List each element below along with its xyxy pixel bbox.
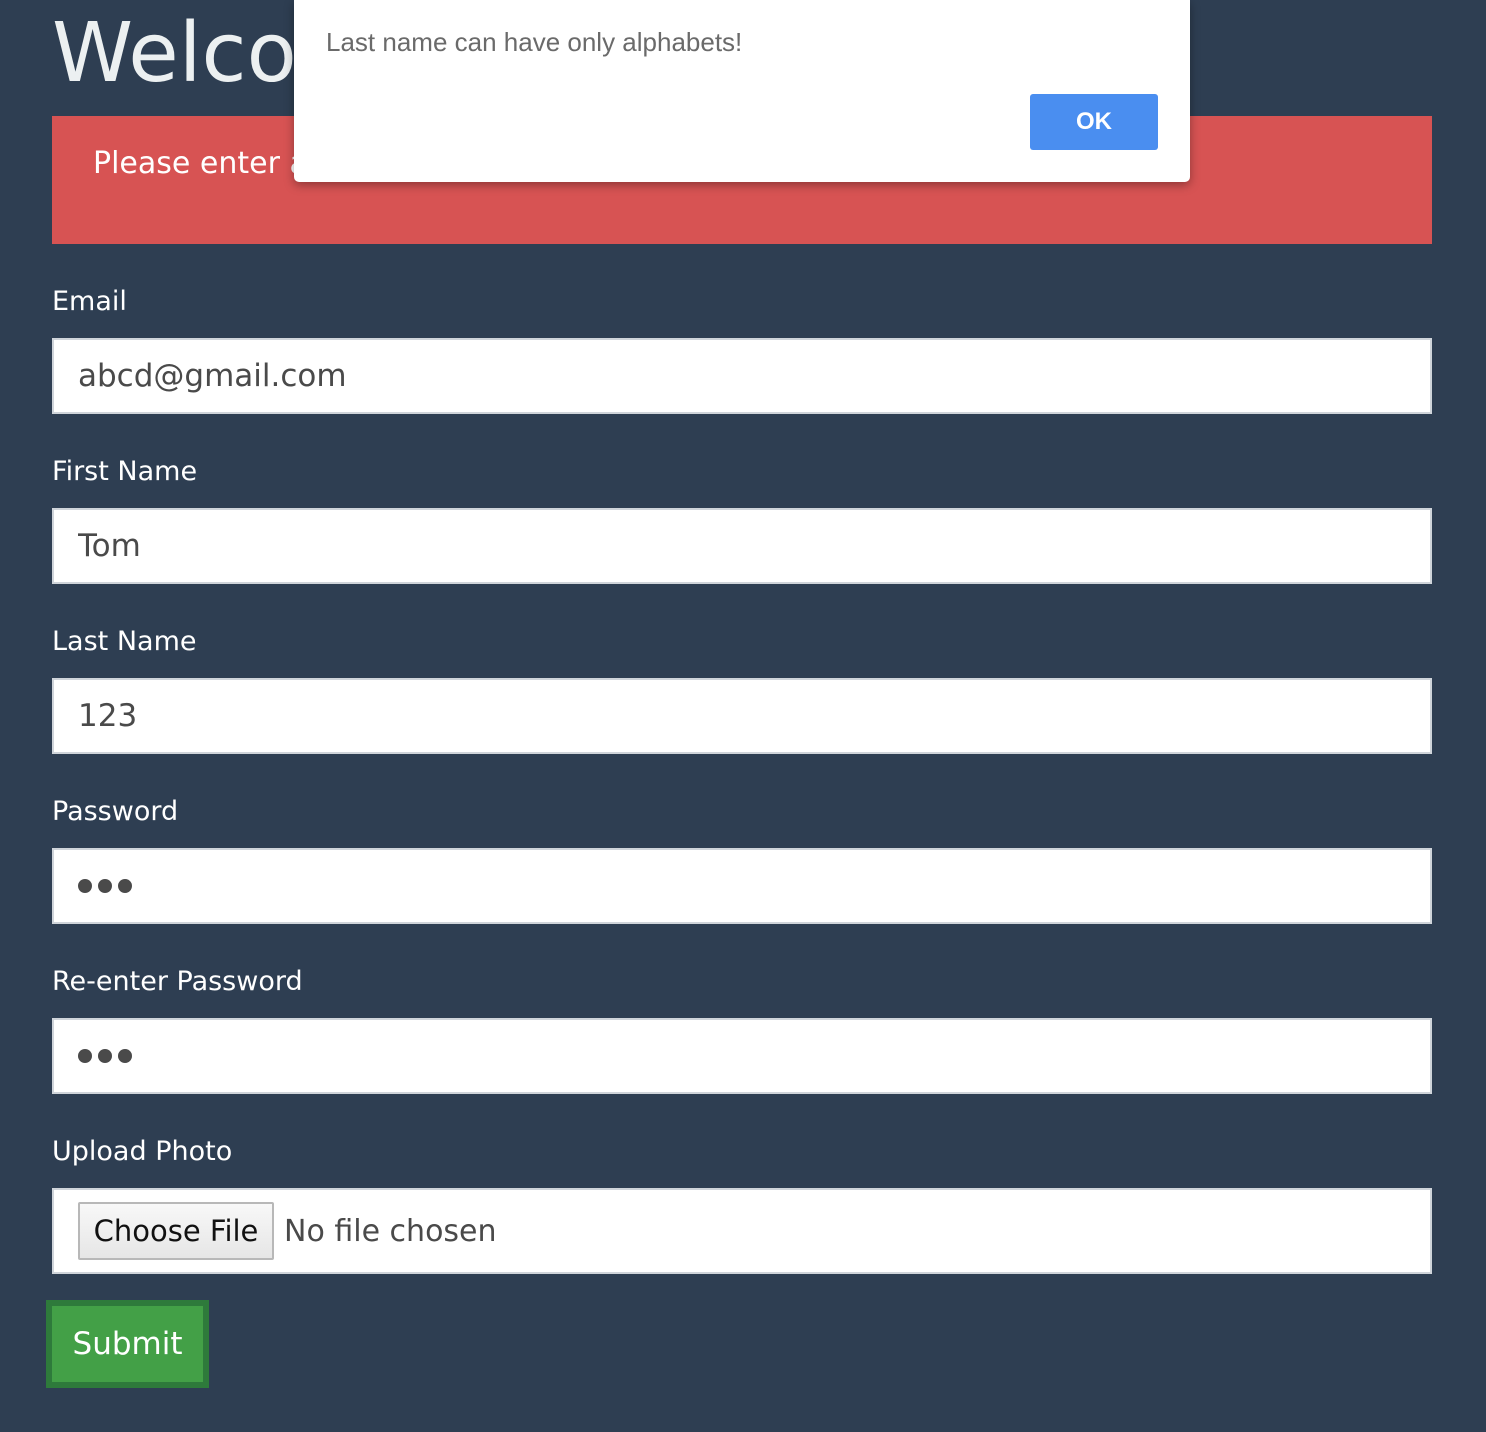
upload-photo-label: Upload Photo	[52, 1136, 233, 1167]
email-field[interactable]	[52, 338, 1432, 414]
dialog-message: Last name can have only alphabets!	[326, 27, 743, 57]
first-name-field[interactable]	[52, 508, 1432, 584]
password-mask-dot	[118, 879, 132, 893]
password-mask-dot	[98, 1049, 112, 1063]
file-upload-field: Choose File No file chosen	[52, 1188, 1432, 1274]
dialog-ok-button[interactable]: OK	[1030, 94, 1158, 150]
last-name-label: Last Name	[52, 626, 197, 657]
file-status-text: No file chosen	[284, 1214, 497, 1249]
reenter-password-label: Re-enter Password	[52, 966, 303, 997]
password-label: Password	[52, 796, 179, 827]
alert-message: Please enter a	[93, 146, 308, 181]
reenter-password-field[interactable]	[52, 1018, 1432, 1094]
password-mask-dot	[78, 879, 92, 893]
last-name-field[interactable]	[52, 678, 1432, 754]
first-name-label: First Name	[52, 456, 198, 487]
password-field[interactable]	[52, 848, 1432, 924]
email-label: Email	[52, 286, 127, 317]
submit-button[interactable]: Submit	[46, 1300, 209, 1388]
password-mask-dot	[78, 1049, 92, 1063]
password-mask-dot	[118, 1049, 132, 1063]
alert-dialog: Last name can have only alphabets! OK	[294, 0, 1190, 182]
password-mask-dot	[98, 879, 112, 893]
choose-file-button[interactable]: Choose File	[78, 1202, 274, 1260]
